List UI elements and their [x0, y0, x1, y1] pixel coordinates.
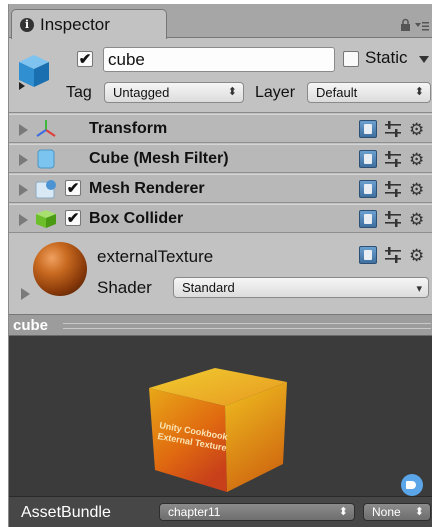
component-title: Mesh Renderer	[89, 180, 205, 197]
component-title: Transform	[89, 120, 168, 137]
asset-bundle-variant-value: None	[372, 505, 401, 519]
tag-value: Untagged	[113, 85, 170, 100]
foldout-arrow-icon[interactable]	[21, 288, 30, 300]
updown-icon: ⬍	[414, 506, 424, 518]
material-section: externalTexture ⚙ Shader Standard ▾	[9, 236, 432, 309]
tag-label: Tag	[66, 84, 92, 101]
component-title: Box Collider	[89, 210, 184, 227]
preset-sliders-icon[interactable]	[384, 121, 402, 137]
box-collider-enabled-checkbox[interactable]: ✔	[65, 210, 81, 226]
component-mesh-renderer[interactable]: ✔ Mesh Renderer ⚙	[9, 174, 432, 203]
preview-header[interactable]: cube	[9, 314, 432, 336]
gear-icon[interactable]: ⚙	[409, 121, 424, 138]
asset-bundle-variant-dropdown[interactable]: None ⬍	[363, 503, 431, 521]
static-label: Static	[365, 48, 408, 67]
updown-icon: ⬍	[227, 86, 237, 98]
inspector-window: i Inspector ✔ cube Static Tag Untagged ⬍…	[8, 4, 432, 527]
component-box-collider[interactable]: ✔ Box Collider ⚙	[9, 204, 432, 233]
tag-dropdown[interactable]: Untagged ⬍	[104, 82, 244, 103]
preview-title: cube	[13, 317, 49, 334]
help-book-icon[interactable]	[359, 120, 377, 138]
info-icon: i	[20, 17, 34, 32]
gear-icon[interactable]: ⚙	[409, 181, 424, 198]
mesh-renderer-enabled-checkbox[interactable]: ✔	[65, 180, 81, 196]
foldout-arrow-icon[interactable]	[19, 214, 28, 226]
asset-bundle-label: AssetBundle	[21, 504, 111, 521]
asset-label-tag-icon[interactable]	[401, 474, 423, 496]
asset-bundle-dropdown[interactable]: chapter11 ⬍	[159, 503, 355, 521]
help-book-icon[interactable]	[359, 150, 377, 168]
gameobject-header: ✔ cube Static Tag Untagged ⬍ Layer Defau…	[9, 39, 432, 113]
layer-dropdown[interactable]: Default ⬍	[307, 82, 431, 103]
component-title: Cube (Mesh Filter)	[89, 150, 229, 167]
gameobject-cube-icon	[17, 53, 51, 96]
component-mesh-filter[interactable]: Cube (Mesh Filter) ⚙	[9, 144, 432, 173]
mesh-filter-icon	[37, 149, 55, 174]
preset-sliders-icon[interactable]	[384, 181, 402, 197]
object-name-field[interactable]: cube	[103, 47, 335, 72]
help-book-icon[interactable]	[359, 246, 377, 264]
updown-icon: ⬍	[414, 86, 424, 98]
foldout-arrow-icon[interactable]	[19, 124, 28, 136]
active-checkbox[interactable]: ✔	[77, 51, 93, 67]
preset-sliders-icon[interactable]	[384, 211, 402, 227]
tab-menu-icon[interactable]	[415, 19, 429, 34]
resize-grip[interactable]	[63, 323, 431, 329]
layer-label: Layer	[255, 84, 296, 101]
shader-label: Shader	[97, 278, 152, 297]
gear-icon[interactable]: ⚙	[409, 247, 424, 264]
static-checkbox[interactable]	[343, 51, 359, 67]
preset-sliders-icon[interactable]	[384, 247, 402, 263]
preset-sliders-icon[interactable]	[384, 151, 402, 167]
foldout-arrow-icon[interactable]	[19, 184, 28, 196]
tab-inspector[interactable]: i Inspector	[11, 9, 167, 39]
lock-icon[interactable]	[400, 18, 411, 34]
tab-controls	[400, 18, 429, 34]
dropdown-arrow-icon: ▾	[416, 283, 422, 295]
tab-bar: i Inspector	[9, 4, 432, 39]
foldout-arrow-icon[interactable]	[19, 154, 28, 166]
mesh-renderer-icon	[35, 179, 57, 204]
gear-icon[interactable]: ⚙	[409, 151, 424, 168]
layer-value: Default	[316, 85, 358, 100]
help-book-icon[interactable]	[359, 210, 377, 228]
transform-axes-icon	[35, 119, 57, 144]
asset-bundle-value: chapter11	[168, 505, 221, 519]
preview-area[interactable]: Unity CookbookExternal Texture	[9, 336, 432, 496]
tab-label: Inspector	[40, 14, 110, 34]
material-name: externalTexture	[97, 247, 214, 266]
gear-icon[interactable]: ⚙	[409, 211, 424, 228]
cube-preview-render: Unity CookbookExternal Texture	[149, 368, 287, 492]
shader-dropdown[interactable]: Standard ▾	[173, 277, 429, 298]
shader-value: Standard	[182, 280, 235, 295]
material-preview-sphere	[33, 242, 87, 296]
static-dropdown-icon[interactable]	[419, 56, 429, 63]
box-collider-icon	[35, 209, 57, 234]
updown-icon: ⬍	[338, 506, 348, 518]
component-transform[interactable]: Transform ⚙	[9, 114, 432, 143]
asset-bundle-bar: AssetBundle chapter11 ⬍ None ⬍	[9, 496, 432, 527]
help-book-icon[interactable]	[359, 180, 377, 198]
